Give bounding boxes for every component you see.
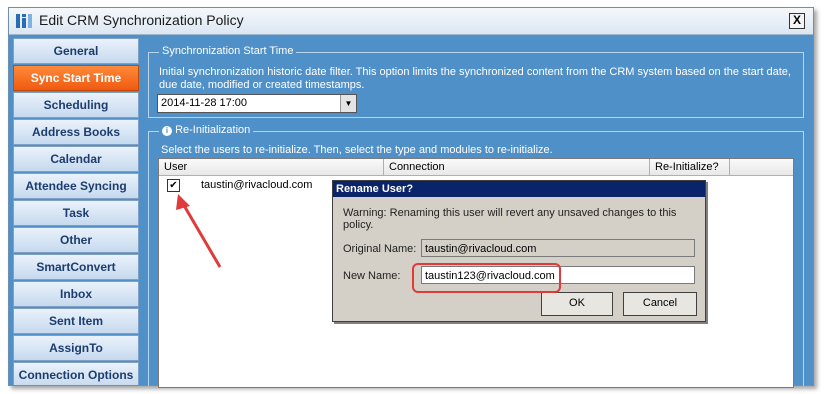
sync-start-desc-line2: due date, modified or created timestamps…: [159, 79, 365, 91]
original-name-field: taustin@rivacloud.com: [421, 239, 695, 257]
row-checkbox[interactable]: ✔: [167, 179, 180, 192]
sidebar-item-sync-start-time[interactable]: Sync Start Time: [13, 65, 139, 91]
column-user[interactable]: User: [159, 159, 384, 175]
sync-start-description: Initial synchronization historic date fi…: [159, 66, 799, 92]
column-connection[interactable]: Connection: [384, 159, 650, 175]
dialog-warning: Warning: Renaming this user will revert …: [343, 207, 677, 231]
policy-sidebar: General Sync Start Time Scheduling Addre…: [13, 38, 141, 385]
close-button[interactable]: X: [789, 13, 805, 29]
sync-start-desc-line1: Initial synchronization historic date fi…: [159, 66, 791, 78]
sidebar-item-address-books[interactable]: Address Books: [13, 119, 139, 145]
sidebar-item-sent-item[interactable]: Sent Item: [13, 308, 139, 334]
new-name-highlight: [412, 263, 561, 293]
sidebar-item-scheduling[interactable]: Scheduling: [13, 92, 139, 118]
ok-button[interactable]: OK: [541, 292, 613, 316]
cancel-button[interactable]: Cancel: [623, 292, 697, 316]
new-name-label: New Name:: [343, 270, 401, 282]
original-name-label: Original Name:: [343, 243, 417, 255]
sidebar-item-calendar[interactable]: Calendar: [13, 146, 139, 172]
sync-start-date-value: 2014-11-28 17:00: [161, 97, 248, 109]
annotation-arrow-icon: [176, 194, 222, 268]
chevron-down-icon[interactable]: ▼: [340, 95, 356, 112]
table-header: User Connection Re-Initialize?: [159, 159, 793, 176]
title-bar: Edit CRM Synchronization Policy X: [9, 8, 813, 35]
sidebar-item-other[interactable]: Other: [13, 227, 139, 253]
riva-app-icon: [16, 14, 32, 28]
sidebar-item-inbox[interactable]: Inbox: [13, 281, 139, 307]
sync-start-group-title: Synchronization Start Time: [159, 45, 297, 57]
row-user-email: taustin@rivacloud.com: [201, 179, 313, 191]
sidebar-item-general[interactable]: General: [13, 38, 139, 64]
rename-user-dialog: Rename User? Warning: Renaming this user…: [332, 180, 706, 322]
sidebar-item-connection-options[interactable]: Connection Options: [13, 362, 139, 385]
reinit-title-text: Re-Initialization: [175, 124, 251, 136]
dialog-title: Rename User?: [333, 181, 705, 197]
reinit-description: Select the users to re-initialize. Then,…: [161, 144, 553, 156]
sidebar-item-smartconvert[interactable]: SmartConvert: [13, 254, 139, 280]
sidebar-item-attendee-syncing[interactable]: Attendee Syncing: [13, 173, 139, 199]
sidebar-item-assignto[interactable]: AssignTo: [13, 335, 139, 361]
column-reinitialize[interactable]: Re-Initialize?: [650, 159, 730, 175]
sync-start-date-select[interactable]: 2014-11-28 17:00 ▼: [157, 94, 357, 113]
info-icon: i: [162, 126, 172, 136]
sidebar-item-task[interactable]: Task: [13, 200, 139, 226]
reinit-group-title: i Re-Initialization: [159, 124, 254, 136]
window-title: Edit CRM Synchronization Policy: [39, 12, 244, 28]
